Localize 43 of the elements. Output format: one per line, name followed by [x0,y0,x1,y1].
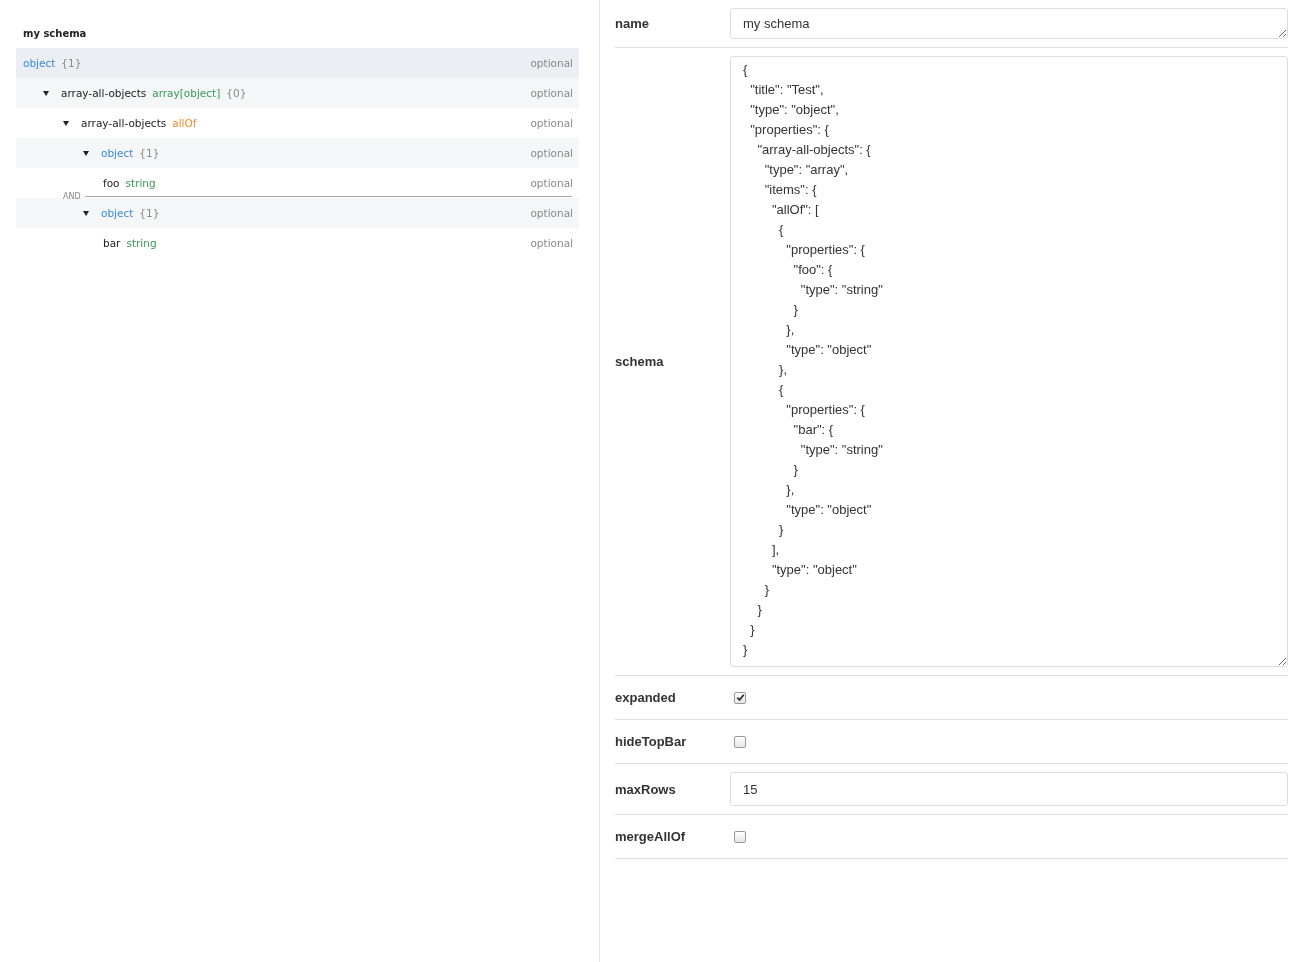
tree-row[interactable]: object {1} optional [16,198,579,228]
property-name: bar [103,237,121,249]
tree-row[interactable]: array-all-objects array[object] {0} optional [16,78,579,108]
requirement-label: optional [530,117,574,129]
property-name: foo [103,177,120,189]
schema-title: my schema [22,27,88,41]
requirement-label: optional [530,207,574,219]
caret-icon[interactable] [63,120,69,126]
checkbox[interactable] [734,735,746,748]
field-label: maxRows [615,781,677,797]
field-label: mergeAllOf [615,829,687,844]
type-label: object [101,207,134,219]
type-label: allOf [172,117,197,129]
type-label: object [101,147,134,159]
combiner-label: AND [63,192,81,201]
requirement-label: optional [530,237,574,249]
child-count: {1} [139,147,160,159]
child-count: {1} [61,57,82,69]
field-label: name [615,16,650,31]
property-name: array-all-objects [81,117,167,129]
type-label: array[object] [152,87,221,99]
requirement-label: optional [530,177,574,189]
type-label: object [23,57,56,69]
field-label: expanded [615,690,677,705]
caret-icon[interactable] [43,90,49,96]
code-editor[interactable]: { "title": "Test", "type": "object", "properties": { "array-all-objects": { "type": "array", "items": { "allOf": [ { "properties": { "foo": { "type": "string" } }, "type": "object" }, { "properties": { "bar": { "type": "string" } }, "type": "object" } ], "type": "object" } } } } [730,56,1288,667]
requirement-label: optional [530,87,574,99]
input-field[interactable]: my schema [730,8,1288,39]
checkbox[interactable] [734,830,746,843]
tree-row[interactable]: object {1} optional [16,138,579,168]
child-count: {1} [139,207,160,219]
child-count: {0} [226,87,247,99]
requirement-label: optional [530,57,574,69]
requirement-label: optional [530,147,574,159]
input-field[interactable]: 15 [730,772,1288,806]
type-label: string [126,237,157,249]
property-name: array-all-objects [61,87,147,99]
caret-icon[interactable] [83,210,89,216]
type-label: string [125,177,156,189]
checkbox[interactable] [734,691,746,704]
field-label: schema [615,354,665,369]
caret-icon[interactable] [83,150,89,156]
field-label: hideTopBar [615,734,688,749]
